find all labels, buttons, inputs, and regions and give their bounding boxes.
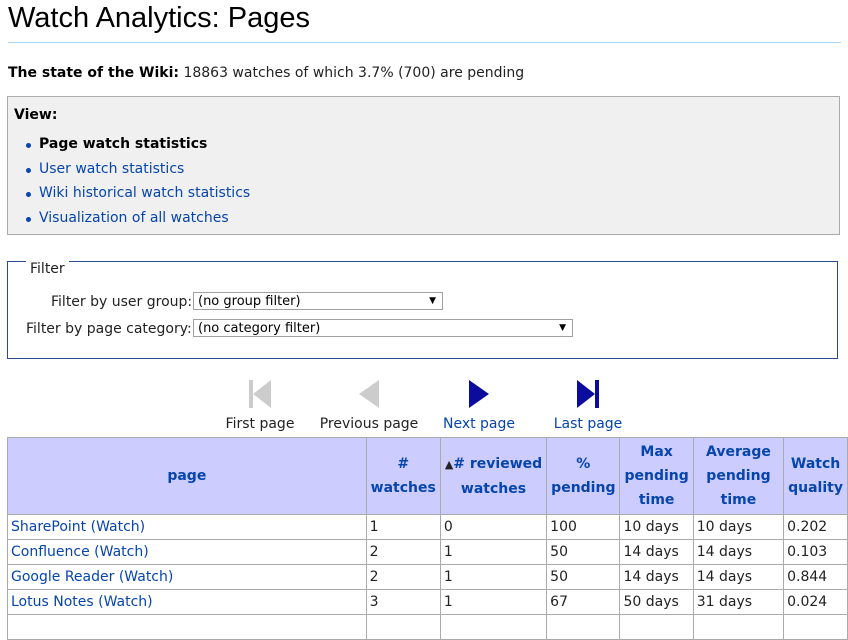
reviewed-cell: 1 <box>439 564 548 590</box>
page-watch-table: page # watches ▲# reviewed watches % pen… <box>7 437 848 640</box>
chevron-down-icon: ▼ <box>559 323 566 333</box>
quality-cell: 0.844 <box>783 564 848 590</box>
user-group-select[interactable]: (no group filter) ▼ <box>193 292 443 310</box>
next-page-label[interactable]: Next page <box>441 416 517 432</box>
first-page-button: First page <box>224 378 296 432</box>
wiki-state-text: 18863 watches of which 3.7% (700) are pe… <box>183 65 525 81</box>
page-title: Watch Analytics: Pages <box>8 2 310 34</box>
max-pending-cell: 50 days <box>619 589 694 615</box>
column-header-watches[interactable]: # watches <box>365 437 441 515</box>
page-cell: SharePoint (Watch) <box>7 514 367 540</box>
column-header-max-pending-time[interactable]: Max pending time <box>619 437 694 515</box>
max-pending-cell <box>619 614 694 640</box>
first-page-icon <box>249 380 271 408</box>
watch-link[interactable]: (Watch) <box>91 519 146 535</box>
previous-page-icon <box>359 380 379 408</box>
reviewed-cell: 0 <box>439 514 548 540</box>
quality-cell <box>783 614 848 640</box>
avg-pending-cell: 14 days <box>692 539 785 565</box>
reviewed-cell: 1 <box>439 589 548 615</box>
view-item-visualization[interactable]: Visualization of all watches <box>25 209 250 234</box>
first-page-label: First page <box>225 416 295 432</box>
category-select[interactable]: (no category filter) ▼ <box>193 319 573 337</box>
quality-cell: 0.024 <box>783 589 848 615</box>
table-row <box>7 614 848 640</box>
previous-page-label: Previous page <box>319 416 419 432</box>
avg-pending-cell: 14 days <box>692 564 785 590</box>
wiki-state-label: The state of the Wiki: <box>8 65 179 81</box>
view-menu-box: View: Page watch statistics User watch s… <box>7 96 840 235</box>
category-select-value: (no category filter) <box>198 321 321 336</box>
page-cell <box>7 614 367 640</box>
avg-pending-cell <box>692 614 785 640</box>
page-link[interactable]: SharePoint <box>11 519 86 535</box>
wiki-state-summary: The state of the Wiki: 18863 watches of … <box>8 65 524 81</box>
reviewed-cell <box>439 614 548 640</box>
pending-cell: 50 <box>546 564 621 590</box>
page-cell: Lotus Notes (Watch) <box>7 589 367 615</box>
quality-cell: 0.202 <box>783 514 848 540</box>
filter-legend: Filter <box>26 261 69 277</box>
avg-pending-cell: 31 days <box>692 589 785 615</box>
last-page-icon <box>577 380 599 408</box>
watch-link[interactable]: (Watch) <box>94 544 149 560</box>
watches-cell: 2 <box>365 539 441 565</box>
page-link[interactable]: Google Reader <box>11 569 114 585</box>
avg-pending-cell: 10 days <box>692 514 785 540</box>
max-pending-cell: 14 days <box>619 564 694 590</box>
column-header-watch-quality[interactable]: Watch quality <box>783 437 848 515</box>
pending-cell <box>546 614 621 640</box>
pending-cell: 100 <box>546 514 621 540</box>
table-row: Lotus Notes (Watch) 3 1 67 50 days 31 da… <box>7 589 848 615</box>
column-header-page[interactable]: page <box>7 437 367 515</box>
column-header-percent-pending[interactable]: % pending <box>546 437 621 515</box>
page-link[interactable]: Lotus Notes <box>11 594 94 610</box>
page-cell: Confluence (Watch) <box>7 539 367 565</box>
watches-cell: 3 <box>365 589 441 615</box>
table-header-row: page # watches ▲# reviewed watches % pen… <box>7 437 848 515</box>
next-page-button[interactable]: Next page <box>441 378 517 432</box>
table-row: Google Reader (Watch) 2 1 50 14 days 14 … <box>7 564 848 590</box>
user-group-select-value: (no group filter) <box>198 294 301 309</box>
last-page-button[interactable]: Last page <box>551 378 625 432</box>
previous-page-button: Previous page <box>318 378 420 432</box>
max-pending-cell: 10 days <box>619 514 694 540</box>
table-row: SharePoint (Watch) 1 0 100 10 days 10 da… <box>7 514 848 540</box>
view-list: Page watch statistics User watch statist… <box>25 135 250 233</box>
filter-fieldset <box>7 261 838 359</box>
page-link[interactable]: Confluence <box>11 544 90 560</box>
table-row: Confluence (Watch) 2 1 50 14 days 14 day… <box>7 539 848 565</box>
quality-cell: 0.103 <box>783 539 848 565</box>
category-filter-label: Filter by page category: <box>26 321 192 337</box>
user-group-filter-label: Filter by user group: <box>51 294 193 310</box>
view-item-user-watch-statistics[interactable]: User watch statistics <box>25 160 250 185</box>
watches-cell: 2 <box>365 564 441 590</box>
pending-cell: 67 <box>546 589 621 615</box>
watches-cell: 1 <box>365 514 441 540</box>
chevron-down-icon: ▼ <box>429 296 436 306</box>
last-page-label[interactable]: Last page <box>551 416 625 432</box>
pending-cell: 50 <box>546 539 621 565</box>
watch-link[interactable]: (Watch) <box>98 594 153 610</box>
view-item-page-watch-statistics: Page watch statistics <box>25 135 250 160</box>
next-page-icon <box>469 380 489 408</box>
max-pending-cell: 14 days <box>619 539 694 565</box>
view-item-wiki-historical-statistics[interactable]: Wiki historical watch statistics <box>25 184 250 209</box>
watches-cell <box>365 614 441 640</box>
title-divider <box>8 42 841 43</box>
watch-link[interactable]: (Watch) <box>119 569 174 585</box>
column-header-average-pending-time[interactable]: Average pending time <box>692 437 785 515</box>
column-header-reviewed-watches[interactable]: ▲# reviewed watches <box>439 437 548 515</box>
page-cell: Google Reader (Watch) <box>7 564 367 590</box>
view-heading: View: <box>14 107 58 123</box>
reviewed-cell: 1 <box>439 539 548 565</box>
